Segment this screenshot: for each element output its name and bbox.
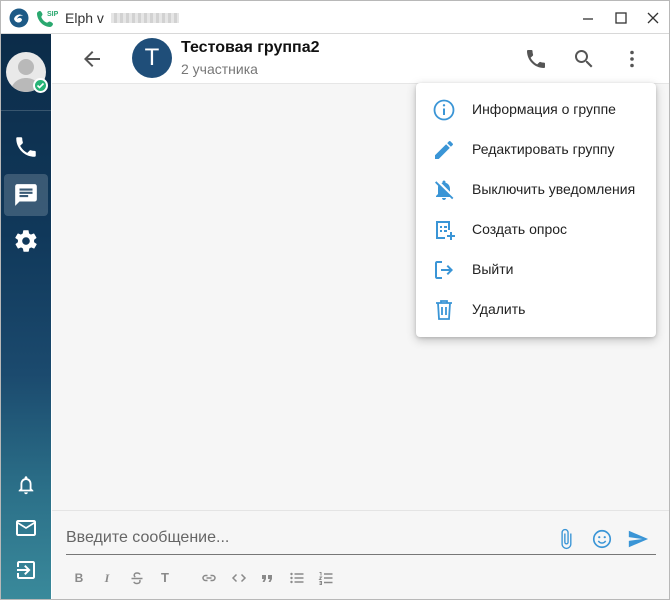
menu-item-label: Выключить уведомления — [472, 181, 636, 197]
bell-icon[interactable] — [15, 474, 37, 496]
menu-item-label: Выйти — [472, 261, 514, 277]
trash-icon — [436, 300, 452, 320]
close-icon[interactable] — [644, 9, 662, 27]
gear-icon[interactable] — [13, 228, 39, 254]
menu-item-label: Удалить — [472, 301, 526, 317]
pencil-icon — [435, 141, 453, 159]
maximize-icon[interactable] — [612, 9, 630, 27]
bell-off-icon — [435, 180, 454, 200]
sidebar — [1, 34, 51, 599]
menu-item-mute-notifications[interactable]: Выключить уведомления — [416, 170, 656, 210]
numbered-list-icon[interactable] — [318, 570, 334, 586]
search-icon[interactable] — [572, 47, 596, 71]
phone-icon[interactable] — [13, 134, 39, 160]
logout-icon[interactable] — [14, 558, 38, 582]
more-vert-icon[interactable] — [620, 47, 644, 71]
send-icon[interactable] — [627, 528, 649, 550]
chat-header: T Тестовая группа2 2 участника — [52, 34, 669, 84]
app-window: SIP Elph v T Тестовая группа2 2 участник… — [0, 0, 670, 600]
online-status-badge — [33, 78, 48, 93]
mail-icon[interactable] — [14, 516, 38, 540]
info-icon — [433, 99, 455, 121]
menu-item-leave[interactable]: Выйти — [416, 250, 656, 290]
menu-item-group-info[interactable]: Информация о группе — [416, 90, 656, 130]
attach-icon[interactable] — [555, 528, 577, 550]
menu-item-label: Редактировать группу — [472, 141, 615, 157]
minimize-icon[interactable] — [579, 9, 597, 27]
message-composer: Введите сообщение... B I T — [52, 510, 669, 599]
format-strikethrough-icon[interactable] — [129, 570, 145, 586]
app-logo-icon — [9, 8, 29, 28]
input-underline — [66, 554, 656, 555]
svg-text:SIP: SIP — [47, 11, 58, 18]
group-members-count: 2 участника — [181, 61, 258, 77]
menu-item-edit-group[interactable]: Редактировать группу — [416, 130, 656, 170]
group-avatar[interactable]: T — [132, 38, 172, 78]
format-bold-icon[interactable]: B — [71, 570, 87, 586]
menu-item-label: Информация о группе — [472, 101, 616, 117]
link-icon[interactable] — [201, 570, 217, 586]
blurred-version — [111, 13, 179, 23]
chat-icon[interactable] — [13, 182, 39, 208]
title-bar: SIP Elph v — [1, 1, 669, 34]
format-heading-icon[interactable]: T — [157, 570, 173, 586]
message-input[interactable]: Введите сообщение... — [66, 529, 516, 547]
bullet-list-icon[interactable] — [289, 570, 305, 586]
poll-add-icon — [436, 221, 455, 240]
menu-item-create-poll[interactable]: Создать опрос — [416, 210, 656, 250]
group-name: Тестовая группа2 — [181, 39, 320, 56]
phone-icon[interactable] — [524, 47, 548, 71]
exit-icon — [435, 261, 453, 279]
code-icon[interactable] — [231, 570, 247, 586]
group-options-menu: Информация о группе Редактировать группу… — [416, 83, 656, 337]
menu-item-delete[interactable]: Удалить — [416, 290, 656, 330]
sip-logo-icon: SIP — [37, 11, 58, 27]
quote-icon[interactable] — [259, 570, 275, 586]
sidebar-divider — [1, 110, 51, 111]
emoji-icon[interactable] — [591, 528, 613, 550]
arrow-back-icon[interactable] — [80, 47, 104, 71]
menu-item-label: Создать опрос — [472, 221, 568, 237]
format-italic-icon[interactable]: I — [99, 570, 115, 586]
window-title: Elph v — [65, 10, 104, 26]
